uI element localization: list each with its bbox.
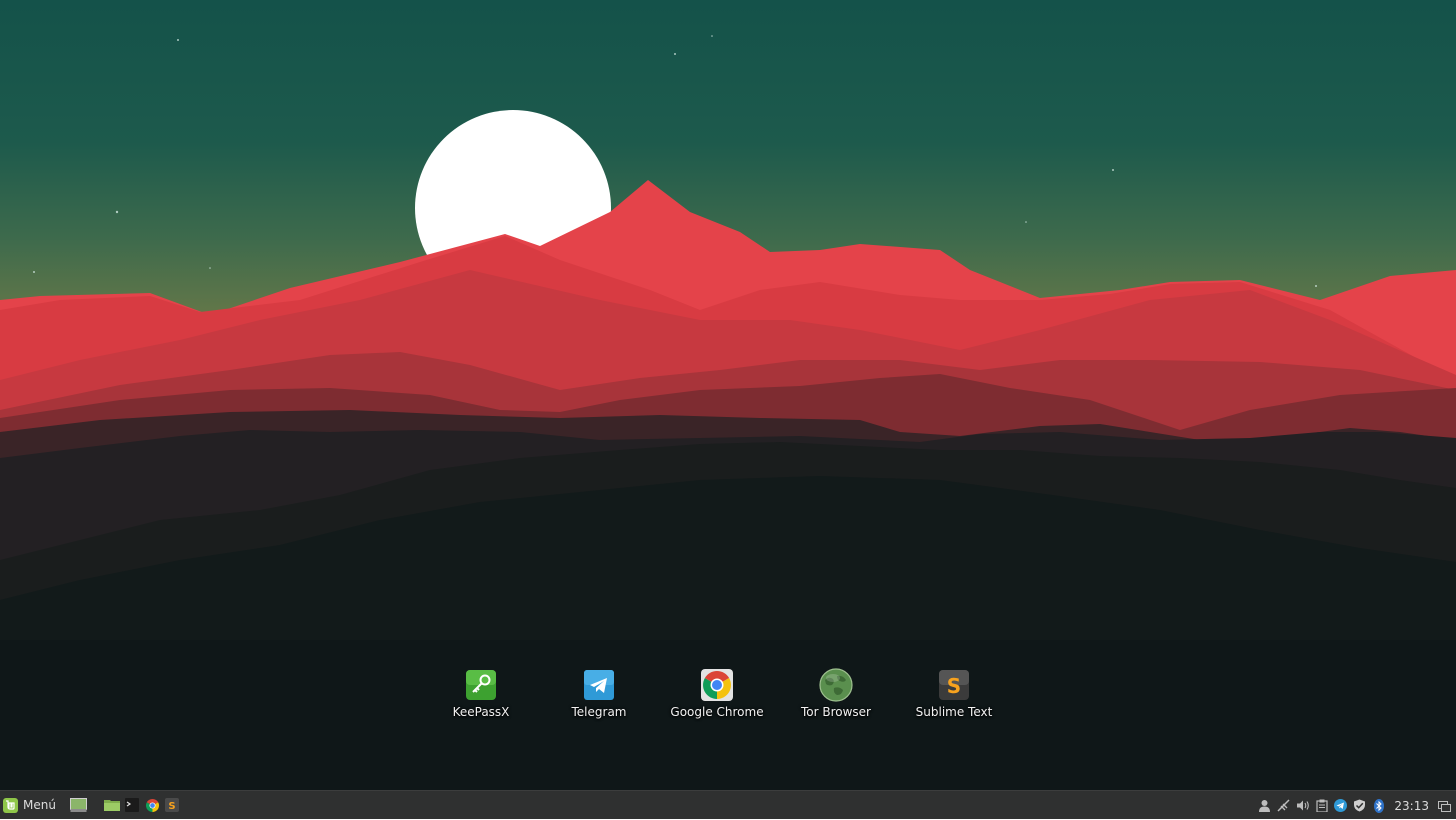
- svg-text:S: S: [169, 801, 176, 812]
- linux-mint-logo-icon: [3, 797, 18, 813]
- menu-button[interactable]: Menú: [0, 791, 62, 820]
- files-icon[interactable]: [104, 797, 121, 814]
- chrome-icon: [700, 668, 734, 702]
- desktop-icon-label: Sublime Text: [915, 705, 993, 719]
- shield-icon[interactable]: [1352, 798, 1367, 813]
- svg-text:S: S: [947, 674, 961, 698]
- desktop: KeePassX Telegram Google Chrome Tor Brow…: [0, 0, 1456, 790]
- desktop-icon-keepassx[interactable]: KeePassX: [426, 668, 536, 728]
- desktop-icon-label: Google Chrome: [670, 705, 764, 719]
- system-tray: 23:13: [1255, 791, 1456, 820]
- network-icon[interactable]: [1276, 798, 1291, 813]
- bluetooth-icon[interactable]: [1371, 798, 1386, 813]
- terminal-icon[interactable]: [124, 797, 141, 814]
- desktop-icon-tor-browser[interactable]: Tor Browser: [781, 668, 891, 728]
- sublime-text-icon: S: [937, 668, 971, 702]
- clipboard-icon[interactable]: [1314, 798, 1329, 813]
- show-desktop-icon[interactable]: [69, 797, 87, 814]
- desktop-icon-label: KeePassX: [452, 705, 510, 719]
- taskbar: Menú S 23:13: [0, 790, 1456, 819]
- volume-icon[interactable]: [1295, 798, 1310, 813]
- desktop-icon-label: Telegram: [571, 705, 627, 719]
- desktop-icon-sublime-text[interactable]: S Sublime Text: [899, 668, 1009, 728]
- tor-browser-icon: [819, 668, 853, 702]
- desktop-icon-google-chrome[interactable]: Google Chrome: [662, 668, 772, 728]
- telegram-icon: [582, 668, 616, 702]
- desktop-icon-telegram[interactable]: Telegram: [544, 668, 654, 728]
- desktop-icon-label: Tor Browser: [800, 705, 871, 719]
- user-icon[interactable]: [1257, 798, 1272, 813]
- sublime-text-icon[interactable]: S: [164, 797, 181, 814]
- telegram-icon[interactable]: [1333, 798, 1348, 813]
- menu-label: Menú: [23, 798, 56, 812]
- workspace-switcher-icon[interactable]: [1437, 798, 1452, 813]
- chrome-icon[interactable]: [144, 797, 161, 814]
- clock[interactable]: 23:13: [1394, 799, 1429, 813]
- keepassx-icon: [464, 668, 498, 702]
